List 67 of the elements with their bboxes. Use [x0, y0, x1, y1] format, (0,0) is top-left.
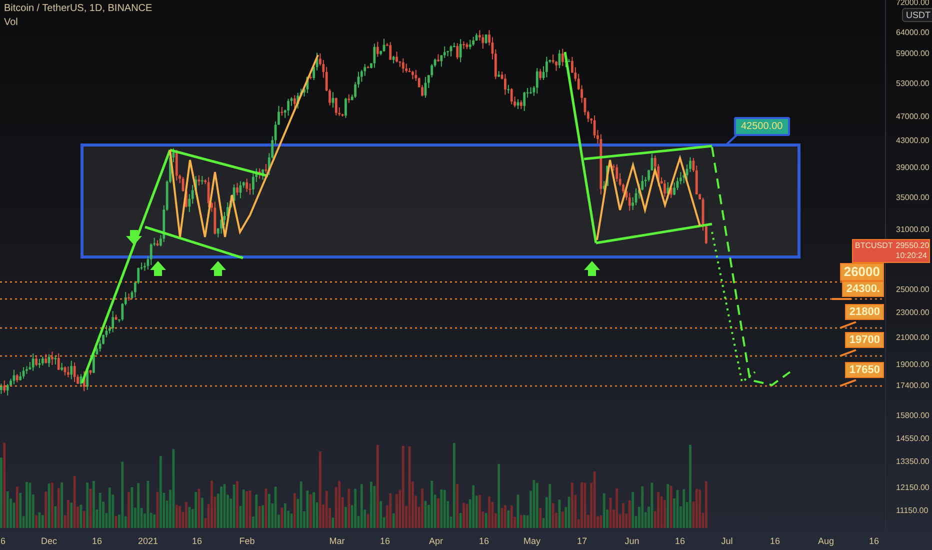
price-axis-label: 31000.00	[896, 225, 930, 234]
time-axis-label: Aug	[818, 536, 834, 546]
price-axis-label: 39000.00	[896, 163, 930, 172]
currency-label[interactable]: USDT	[902, 8, 932, 22]
dotted-projection-line[interactable]	[711, 232, 756, 384]
zigzag-line[interactable]	[596, 154, 701, 240]
up-arrow-icon[interactable]	[210, 261, 226, 276]
horizontal-level-line[interactable]	[0, 327, 885, 329]
price-callout[interactable]: 21800	[845, 304, 884, 320]
trend-line[interactable]	[144, 226, 244, 260]
price-axis-label: 23000.00	[896, 308, 930, 317]
price-axis-label: 59000.00	[896, 49, 930, 58]
time-axis-label: Mar	[329, 536, 345, 546]
price-axis-label: 13350.00	[896, 457, 930, 466]
time-axis-label: Jul	[721, 536, 733, 546]
horizontal-level-line[interactable]	[0, 355, 885, 357]
trend-line[interactable]	[584, 144, 712, 160]
time-axis-label: 16	[192, 536, 202, 546]
price-axis-label: 53000.00	[896, 79, 930, 88]
time-axis-label: 16	[479, 536, 489, 546]
up-arrow-icon[interactable]	[584, 261, 600, 276]
ticker-label: BTCUSDT	[855, 241, 893, 251]
time-axis-label: 16	[92, 536, 102, 546]
price-axis-label: 25000.00	[896, 285, 930, 294]
countdown-timer: 10:20:24	[896, 251, 928, 261]
time-axis-label: Jun	[624, 536, 640, 546]
horizontal-level-line[interactable]	[0, 298, 885, 300]
trend-line[interactable]	[170, 148, 268, 178]
price-axis-label: 15800.00	[896, 411, 930, 420]
time-axis-label: Apr	[429, 536, 443, 546]
trend-line[interactable]	[564, 52, 598, 244]
price-axis-label: 43000.00	[896, 136, 930, 145]
rectangle-zone[interactable]	[80, 144, 800, 258]
time-axis-label: 16	[770, 536, 780, 546]
dashed-projection-line[interactable]	[711, 146, 791, 386]
time-axis-label: Feb	[239, 536, 255, 546]
indicator-label: Vol	[4, 17, 19, 28]
time-axis-label: 6	[0, 536, 6, 546]
price-axis-label: 17400.00	[896, 381, 930, 390]
time-axis-label: 16	[869, 536, 879, 546]
price-axis-label: 35000.00	[896, 193, 930, 202]
last-price-value: 29550.20	[896, 241, 930, 251]
price-axis-label: 11150.00	[896, 506, 928, 515]
up-arrow-icon[interactable]	[150, 261, 166, 276]
time-axis-label: May	[524, 536, 540, 546]
price-callout[interactable]: 19700	[845, 332, 884, 348]
price-callout[interactable]: 42500.00	[734, 117, 790, 136]
trend-line[interactable]	[80, 150, 172, 384]
price-callout[interactable]: 26000	[840, 263, 884, 281]
price-callout[interactable]: 17650	[845, 362, 884, 378]
time-axis-label: 17	[577, 536, 587, 546]
price-axis-label: 64000.00	[896, 28, 930, 37]
trend-line[interactable]	[596, 222, 712, 244]
time-axis-label: 2021	[138, 536, 158, 546]
price-axis-label: 14550.00	[896, 434, 930, 443]
price-axis-label: 12150.00	[896, 483, 930, 492]
time-axis-label: 16	[380, 536, 390, 546]
zigzag-line[interactable]	[169, 54, 319, 238]
price-axis-label: 21000.00	[896, 333, 930, 342]
time-axis-label: Dec	[41, 536, 57, 546]
down-arrow-icon[interactable]	[126, 230, 142, 245]
symbol-title: Bitcoin / TetherUS, 1D, BINANCE	[4, 3, 152, 14]
price-callout[interactable]: 24300.	[842, 281, 884, 297]
horizontal-level-line[interactable]	[0, 385, 885, 387]
price-axis-label: 19000.00	[896, 360, 930, 369]
price-axis-label: 47000.00	[896, 112, 930, 121]
time-axis-label: 16	[675, 536, 685, 546]
